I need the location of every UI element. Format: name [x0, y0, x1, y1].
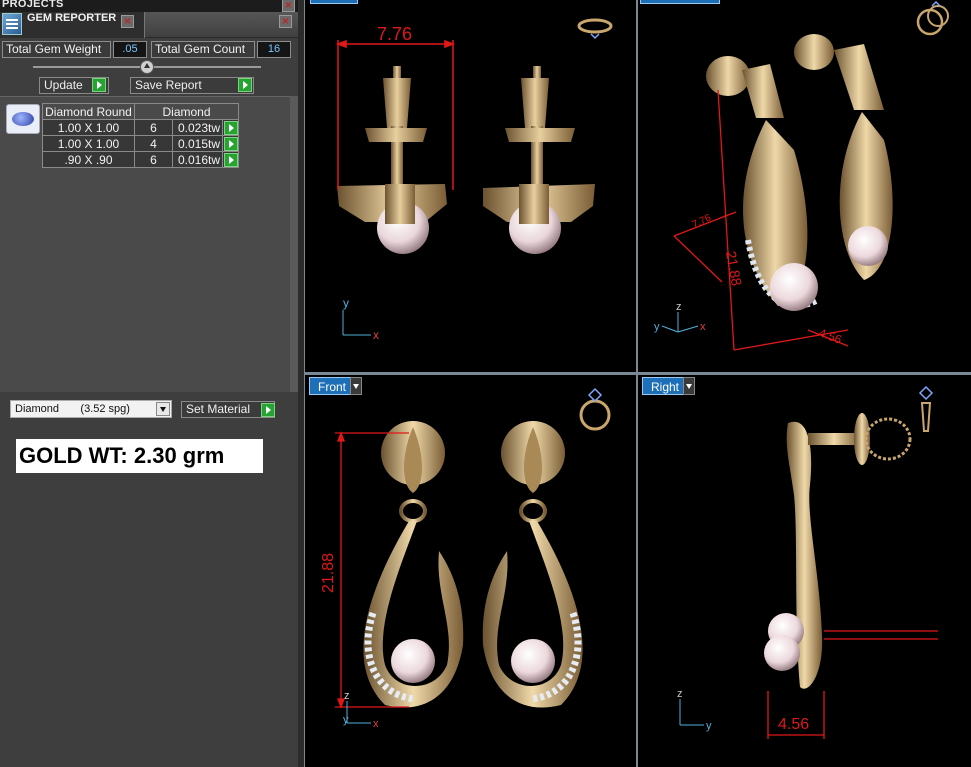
ring-view-icon[interactable]: [579, 387, 611, 431]
gem-weight: 0.016tw: [172, 151, 223, 168]
app-window: PROJECTS × GEM REPORTER × × Total Gem We…: [0, 0, 971, 767]
set-material-label: Set Material: [186, 402, 251, 416]
projects-bar: PROJECTS ×: [0, 0, 298, 12]
gem-size: 1.00 X 1.00: [42, 135, 135, 152]
gem-weight: 0.015tw: [172, 135, 223, 152]
viewport-right-label[interactable]: Right: [642, 377, 686, 395]
report-icon: [2, 13, 22, 35]
earring-view-icon[interactable]: [918, 385, 934, 432]
gem-reporter-header: GEM REPORTER × ×: [0, 12, 298, 38]
table-row[interactable]: .90 X .90 6 0.016tw: [42, 151, 239, 168]
axis-y-label: y: [654, 321, 660, 333]
gem-reporter-title: GEM REPORTER: [27, 12, 117, 24]
gem-size: 1.00 X 1.00: [42, 119, 135, 136]
ring-view-icon[interactable]: [577, 18, 613, 40]
total-gem-weight-label: Total Gem Weight: [2, 41, 111, 58]
row-go-cell: [222, 135, 239, 152]
viewport-right[interactable]: Right 4.56 z y: [638, 375, 971, 767]
update-label: Update: [44, 78, 83, 92]
gem-table: Diamond Round Diamond 1.00 X 1.00 6 0.02…: [42, 103, 239, 168]
save-report-label: Save Report: [135, 78, 202, 92]
projects-close-icon[interactable]: ×: [282, 0, 295, 12]
axis-y-label: y: [706, 720, 712, 732]
gem-size: .90 X .90: [42, 151, 135, 168]
material-select-value: Diamond (3.52 spg): [15, 403, 130, 415]
axis-z-label: z: [677, 688, 683, 700]
total-gem-weight-value: .05: [113, 41, 147, 58]
axis-x-label: x: [700, 321, 706, 333]
save-report-button[interactable]: Save Report: [130, 77, 254, 94]
gem-reporter-panel: PROJECTS × GEM REPORTER × × Total Gem We…: [0, 0, 298, 767]
axis-x-label: x: [373, 328, 379, 342]
row-go-icon[interactable]: [223, 152, 238, 167]
material-select[interactable]: Diamond (3.52 spg): [10, 400, 172, 418]
gem-count: 6: [134, 151, 173, 168]
table-header-row: Diamond Round Diamond: [42, 103, 239, 120]
row-go-icon[interactable]: [223, 136, 238, 151]
earring-right-render: 4.56 z y: [677, 385, 938, 739]
axis-y-label: y: [343, 714, 349, 726]
viewport-label-tab[interactable]: [640, 0, 720, 4]
total-gem-count-label: Total Gem Count: [151, 41, 255, 58]
axis-z-label: z: [344, 690, 350, 702]
viewport-front[interactable]: Front 21.88 z y x: [305, 375, 636, 767]
table-row[interactable]: 1.00 X 1.00 6 0.023tw: [42, 119, 239, 136]
set-material-go-icon[interactable]: [261, 403, 275, 417]
total-gem-count-value: 16: [257, 41, 291, 58]
earring-front-render: 21.88 z y x: [320, 387, 611, 730]
ring-view-icon[interactable]: [916, 0, 949, 36]
viewport-label-tab[interactable]: [310, 0, 358, 4]
axis-y-label: y: [343, 296, 349, 310]
chevron-down-icon[interactable]: [156, 402, 170, 416]
depth-dimension: 4.56: [817, 326, 844, 347]
gem-count: 6: [134, 119, 173, 136]
update-go-icon[interactable]: [92, 78, 106, 92]
row-go-cell: [222, 151, 239, 168]
axis-x-label: x: [373, 718, 379, 730]
width-dimension: 7.76: [691, 212, 714, 230]
gem-count: 4: [134, 135, 173, 152]
projects-title: PROJECTS: [2, 0, 64, 10]
viewport-right-menu-icon[interactable]: [683, 377, 695, 395]
gold-weight-note: GOLD WT: 2.30 grm: [16, 439, 263, 473]
table-row[interactable]: 1.00 X 1.00 4 0.015tw: [42, 135, 239, 152]
save-report-go-icon[interactable]: [238, 78, 252, 92]
height-dimension: 21.88: [320, 553, 337, 593]
diamond-round-icon: [6, 104, 40, 134]
column-header: Diamond: [134, 103, 239, 120]
earring-side-render: 7.76 y x: [335, 18, 613, 342]
row-go-cell: [222, 119, 239, 136]
viewport-top-left[interactable]: 7.76 y x: [305, 0, 636, 372]
earring-perspective-render: 21.88 7.76 4.56 z y x: [654, 0, 949, 351]
gem-weight: 0.023tw: [172, 119, 223, 136]
gem-tab-close-icon[interactable]: ×: [121, 15, 134, 28]
gem-reporter-close-icon[interactable]: ×: [279, 15, 292, 28]
row-go-icon[interactable]: [223, 120, 238, 135]
scrollbar[interactable]: [290, 96, 298, 392]
height-dimension: 21.88: [723, 250, 745, 287]
axis-z-label: z: [676, 301, 682, 313]
width-dimension: 7.76: [377, 24, 412, 44]
viewport-front-label[interactable]: Front: [309, 377, 353, 395]
depth-dimension: 4.56: [778, 716, 809, 733]
viewport-top-right[interactable]: 21.88 7.76 4.56 z y x: [638, 0, 971, 372]
viewport-front-menu-icon[interactable]: [350, 377, 362, 395]
collapse-toggle-icon[interactable]: [140, 60, 154, 74]
column-header: Diamond Round: [42, 103, 135, 120]
